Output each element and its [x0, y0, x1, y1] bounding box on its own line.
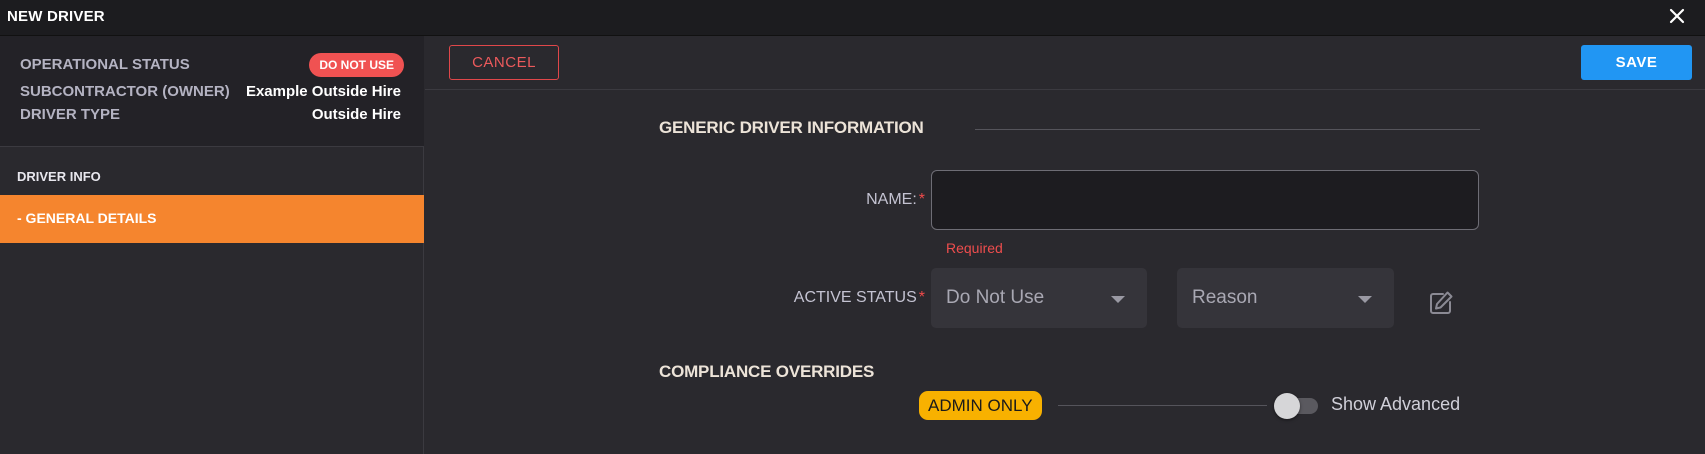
admin-only-badge: ADMIN ONLY — [919, 391, 1042, 420]
subcontractor-row: SUBCONTRACTOR (OWNER) Example Outside Hi… — [20, 80, 404, 104]
active-status-label: ACTIVE STATUS * — [725, 289, 925, 307]
required-marker: * — [918, 289, 925, 306]
toggle-knob — [1274, 393, 1300, 419]
divider — [975, 129, 1480, 130]
left-panel: OPERATIONAL STATUS DO NOT USE SUBCONTRAC… — [0, 36, 424, 454]
subcontractor-label: SUBCONTRACTOR (OWNER) — [20, 83, 230, 100]
driver-type-row: DRIVER TYPE Outside Hire — [20, 103, 404, 127]
name-field[interactable] — [931, 170, 1479, 230]
required-marker: * — [918, 191, 925, 208]
show-advanced-label: Show Advanced — [1331, 394, 1461, 414]
chevron-down-icon — [1111, 296, 1125, 303]
section-heading-generic: GENERIC DRIVER INFORMATION — [659, 118, 924, 137]
name-error-message: Required — [946, 240, 1003, 256]
close-icon[interactable] — [1667, 6, 1687, 26]
title-bar: NEW DRIVER — [0, 0, 1705, 36]
operational-status-label: OPERATIONAL STATUS — [20, 56, 190, 73]
active-status-value: Do Not Use — [946, 287, 1045, 308]
name-label: NAME: * — [845, 191, 925, 209]
reason-value: Reason — [1192, 287, 1258, 308]
sidebar-section-title: DRIVER INFO — [17, 169, 101, 184]
toolbar: CANCEL SAVE — [425, 36, 1705, 90]
sidebar-item-label: - GENERAL DETAILS — [17, 210, 157, 226]
driver-type-value: Outside Hire — [311, 106, 401, 123]
driver-type-label: DRIVER TYPE — [20, 106, 121, 123]
edit-icon[interactable] — [1426, 288, 1456, 318]
save-button[interactable]: SAVE — [1581, 45, 1692, 80]
show-advanced-toggle[interactable] — [1274, 393, 1320, 419]
chevron-down-icon — [1358, 296, 1372, 303]
active-status-select[interactable]: Do Not Use — [931, 268, 1147, 328]
subcontractor-value: Example Outside Hire — [245, 83, 401, 100]
driver-summary: OPERATIONAL STATUS DO NOT USE SUBCONTRAC… — [0, 36, 424, 147]
cancel-button[interactable]: CANCEL — [449, 45, 559, 80]
status-badge: DO NOT USE — [309, 53, 404, 77]
name-label-text: NAME: — [866, 191, 917, 208]
main-panel: CANCEL SAVE GENERIC DRIVER INFORMATION N… — [425, 36, 1705, 454]
operational-status-row: OPERATIONAL STATUS DO NOT USE — [20, 53, 404, 77]
window-title: NEW DRIVER — [7, 8, 105, 25]
divider — [1058, 405, 1267, 406]
section-heading-compliance: COMPLIANCE OVERRIDES — [659, 362, 875, 381]
sidebar-item-general-details[interactable]: - GENERAL DETAILS — [0, 195, 424, 243]
active-status-label-text: ACTIVE STATUS — [793, 289, 917, 306]
reason-select[interactable]: Reason — [1177, 268, 1394, 328]
